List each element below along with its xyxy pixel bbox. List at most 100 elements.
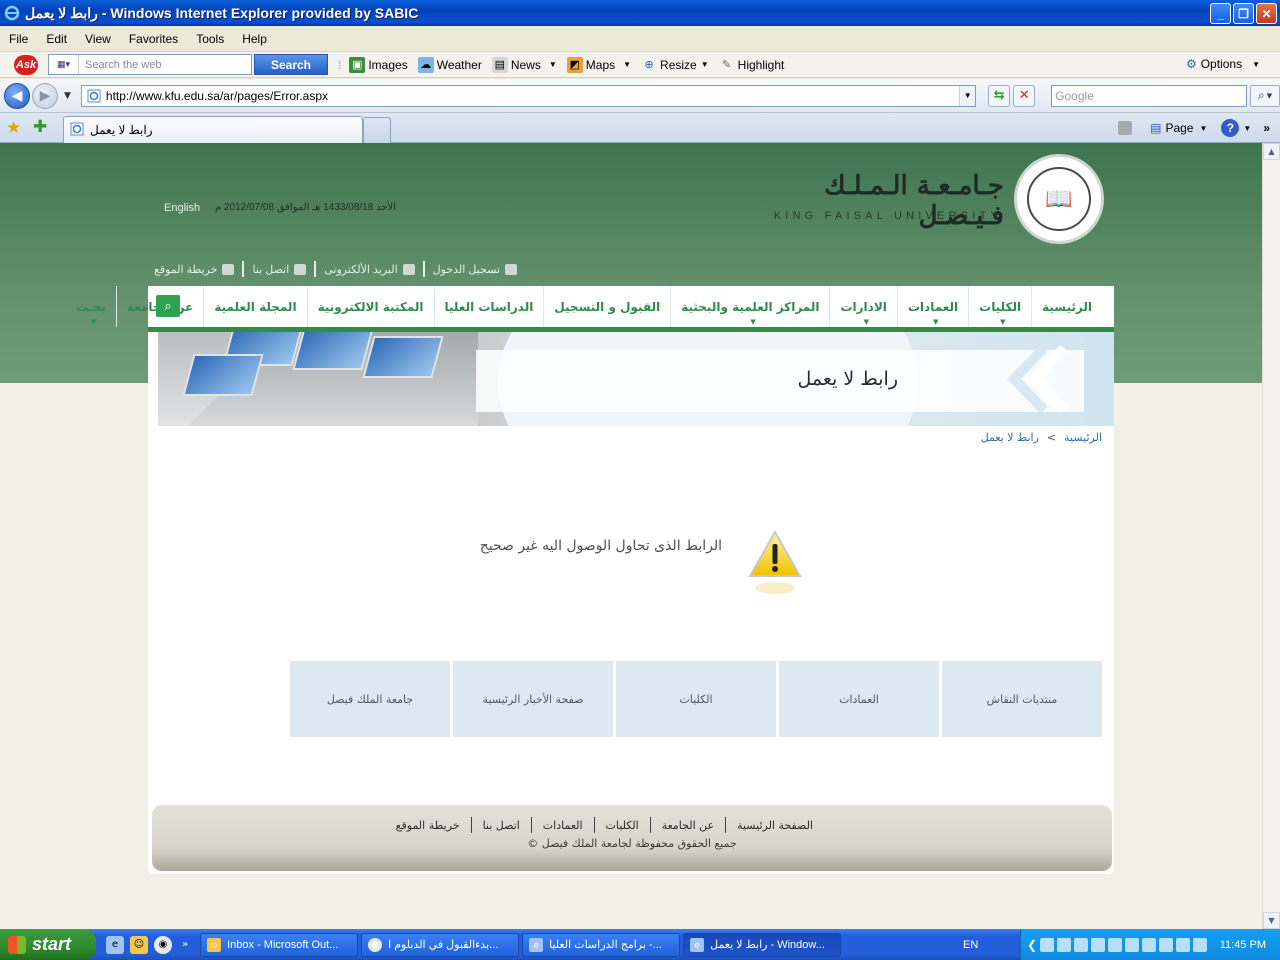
ask-search-box[interactable]: ▦▾ Search the web — [48, 54, 252, 75]
footer-link-contact[interactable]: اتصل بنا — [472, 819, 531, 832]
quick-link-deanships[interactable]: العمادات — [779, 661, 939, 737]
scroll-up-button[interactable]: ▲ — [1263, 143, 1280, 160]
tray-icon[interactable] — [1176, 937, 1191, 952]
nav-departments[interactable]: الادارات ▼ — [829, 286, 896, 327]
task-chrome[interactable]: ◉ بدءالقبول في الدبلوم ا... — [361, 932, 520, 957]
quick-link-colleges[interactable]: الكليات — [616, 661, 776, 737]
rss-feed-icon[interactable] — [1118, 121, 1133, 135]
footer-link-home[interactable]: الصفحة الرئيسية — [726, 819, 824, 832]
menu-tools[interactable]: Tools — [187, 32, 233, 46]
nav-home[interactable]: الرئيسية — [1031, 286, 1102, 327]
chevron-down-icon[interactable]: ▼ — [701, 60, 709, 69]
tray-icon[interactable] — [1074, 937, 1089, 952]
google-search-input[interactable]: Google — [1051, 84, 1248, 107]
login-link[interactable]: تسجيل الدخول — [433, 263, 517, 276]
nav-admission[interactable]: القبول و التسجيل — [543, 286, 670, 327]
nav-search[interactable]: بحـث ▼ — [66, 286, 116, 327]
footer-link-deanships[interactable]: العمادات — [532, 819, 594, 832]
site-header: 📖 جـامـعـة الـمـلـك فـيـصـل KING FAISAL … — [0, 143, 1262, 283]
ask-options-button[interactable]: ⚙ Options ▼ — [1186, 57, 1260, 71]
chevron-down-icon: ▼ — [863, 318, 870, 326]
quick-link-forums[interactable]: منتديات النقاش — [942, 661, 1102, 737]
nav-journal[interactable]: المجلة العلمية — [203, 286, 306, 327]
menu-favorites[interactable]: Favorites — [120, 32, 187, 46]
nav-colleges[interactable]: الكليات ▼ — [968, 286, 1031, 327]
window-title-bar[interactable]: رابط لا يعمل - Windows Internet Explorer… — [0, 0, 1280, 26]
menu-file[interactable]: File — [0, 32, 37, 46]
ask-news-button[interactable]: ▤ News ▼ — [491, 56, 557, 73]
contact-link[interactable]: اتصل بنا — [252, 263, 307, 276]
google-search-button[interactable]: ⌕ ▼ — [1250, 84, 1280, 107]
chevron-more-icon[interactable]: » — [182, 939, 188, 950]
ask-search-input[interactable]: Search the web — [79, 59, 161, 71]
nav-e-library[interactable]: المكتبة الالكترونية — [306, 286, 434, 327]
task-ie-graduate[interactable]: e برامج الدراسات العليا -... — [522, 932, 681, 957]
refresh-button[interactable]: ⇆ — [988, 84, 1011, 107]
footer-link-sitemap[interactable]: خريطة الموقع — [385, 819, 471, 832]
tray-icon[interactable] — [1108, 937, 1123, 952]
ask-search-dropdown[interactable]: ▦▾ — [49, 55, 79, 74]
scroll-down-button[interactable]: ▼ — [1263, 912, 1280, 929]
help-icon[interactable]: ? — [1221, 119, 1240, 137]
nav-research-centers[interactable]: المراكز العلمية والبحثية ▼ — [670, 286, 829, 327]
outlook-icon[interactable]: ☺ — [130, 935, 148, 954]
task-ie-current[interactable]: e رابط لا يعمل - Window... — [683, 932, 842, 957]
page-menu-button[interactable]: Page — [1165, 121, 1193, 135]
vertical-scrollbar[interactable]: ▲ ▼ — [1262, 143, 1280, 929]
tray-icon[interactable] — [1091, 937, 1106, 952]
divider — [242, 261, 245, 277]
address-dropdown[interactable]: ▼ — [959, 85, 976, 106]
favorites-star-icon[interactable]: ★ — [6, 118, 21, 138]
new-tab-button[interactable] — [363, 117, 391, 143]
add-favorite-icon[interactable]: ✚ — [33, 117, 47, 137]
chevron-down-icon[interactable]: ▼ — [623, 60, 631, 69]
footer-link-colleges[interactable]: الكليات — [595, 819, 650, 832]
stop-button[interactable]: ✕ — [1013, 84, 1036, 107]
ask-search-button[interactable]: Search — [254, 54, 328, 75]
ask-resize-button[interactable]: ⊕ Resize ▼ — [641, 57, 709, 73]
nav-search-button[interactable]: ⌕ — [156, 295, 180, 317]
tray-icon[interactable] — [1193, 937, 1208, 952]
english-link[interactable]: English — [164, 202, 200, 214]
quick-link-news[interactable]: صفحة الأخبار الرئيسية — [453, 661, 613, 737]
minimize-button[interactable]: _ — [1210, 3, 1231, 24]
menu-edit[interactable]: Edit — [37, 32, 76, 46]
chevron-down-icon[interactable]: ▼ — [549, 60, 557, 69]
forward-button[interactable]: ▶ — [31, 82, 58, 109]
tray-icon[interactable] — [1159, 937, 1174, 952]
footer-link-about[interactable]: عن الجامعة — [651, 819, 725, 832]
ask-images-button[interactable]: ▣ Images — [349, 56, 408, 73]
address-input[interactable]: http://www.kfu.edu.sa/ar/pages/Error.asp… — [80, 84, 977, 107]
breadcrumb-home[interactable]: الرئيسية — [1064, 431, 1102, 444]
ask-logo-icon[interactable]: Ask — [14, 54, 38, 75]
menu-view[interactable]: View — [76, 32, 120, 46]
tray-icon[interactable] — [1125, 937, 1140, 952]
tray-icon[interactable] — [1040, 937, 1055, 952]
chevron-down-icon: ▼ — [933, 318, 939, 326]
ie-icon[interactable]: e — [106, 935, 124, 954]
tab-current[interactable]: رابط لا يعمل — [63, 116, 363, 143]
ask-weather-button[interactable]: ☁ Weather — [417, 56, 482, 73]
recent-pages-dropdown[interactable]: ▼ — [64, 91, 71, 101]
email-link[interactable]: البريد الألكترونى — [324, 263, 415, 276]
breadcrumb-current[interactable]: رابط لا يعمل — [981, 431, 1039, 444]
back-button[interactable]: ◀ — [4, 82, 30, 109]
ask-highlight-button[interactable]: ✎ Highlight — [719, 57, 784, 73]
tray-icon[interactable] — [1057, 937, 1072, 952]
quick-link-university[interactable]: جامعة الملك فيصل — [290, 661, 450, 737]
language-indicator[interactable]: EN — [963, 939, 978, 951]
ask-maps-button[interactable]: ◩ Maps ▼ — [566, 56, 631, 73]
chevron-left-icon[interactable]: ❮ — [1027, 938, 1037, 952]
university-seal-logo[interactable]: 📖 — [1014, 154, 1104, 244]
close-button[interactable]: ✕ — [1256, 3, 1277, 24]
chevron-more-icon[interactable]: » — [1263, 121, 1270, 135]
nav-graduate-studies[interactable]: الدراسات العليا — [433, 286, 544, 327]
sitemap-link[interactable]: خريطة الموقع — [154, 263, 235, 276]
menu-help[interactable]: Help — [233, 32, 276, 46]
nav-deanships[interactable]: العمادات ▼ — [896, 286, 968, 327]
tray-icon[interactable] — [1142, 937, 1157, 952]
task-outlook[interactable]: ☺ Inbox - Microsoft Out... — [200, 932, 359, 957]
chrome-icon[interactable]: ◉ — [154, 935, 172, 954]
restore-button[interactable]: ❐ — [1233, 3, 1254, 24]
start-button[interactable]: start — [0, 929, 96, 960]
